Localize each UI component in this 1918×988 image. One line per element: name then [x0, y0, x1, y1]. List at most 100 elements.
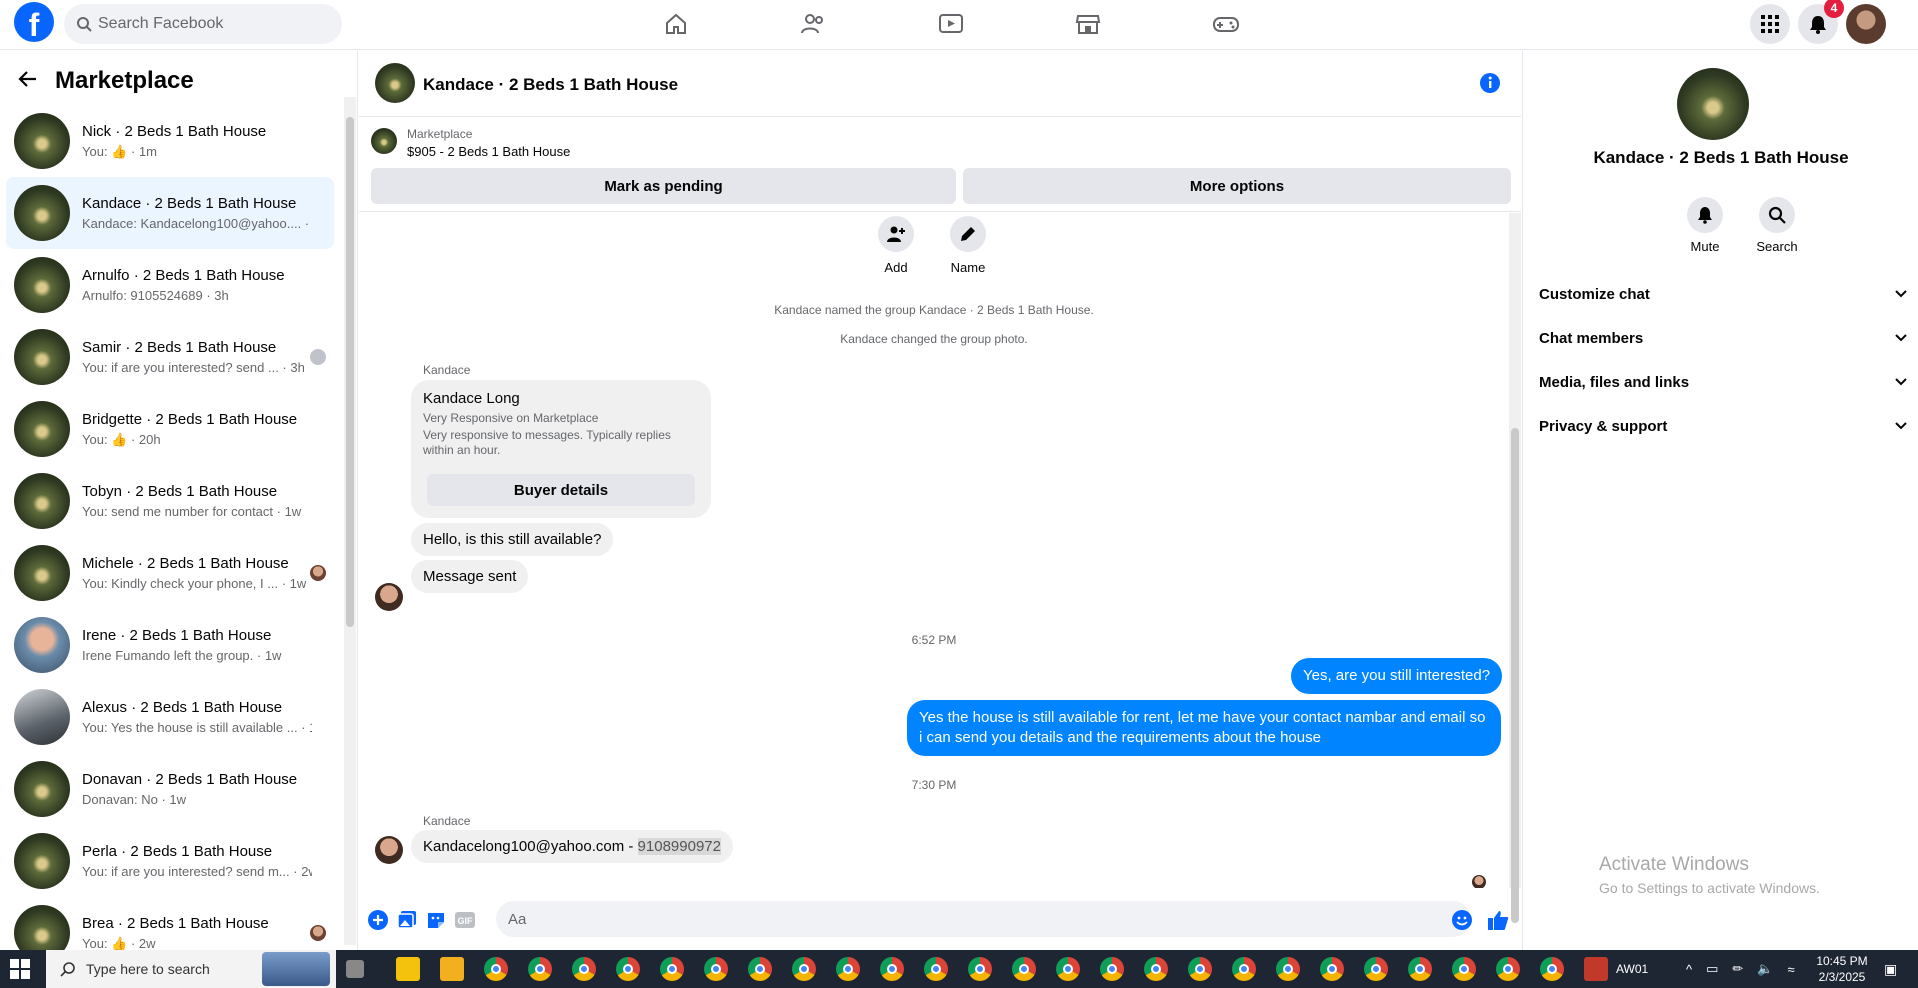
- conversation-preview: You: Kindly check your phone, I ... · 1w: [82, 576, 307, 591]
- chrome-icon[interactable]: [572, 957, 596, 981]
- file-explorer-icon[interactable]: [440, 957, 464, 981]
- chrome-icon[interactable]: [616, 957, 640, 981]
- facebook-search-box[interactable]: [64, 4, 342, 44]
- sender-avatar[interactable]: [375, 583, 403, 611]
- chrome-icon[interactable]: [1540, 957, 1564, 981]
- conversation-item[interactable]: Perla · 2 Beds 1 Bath House You: if are y…: [6, 825, 334, 897]
- listing-price-title[interactable]: $905 - 2 Beds 1 Bath House: [407, 144, 570, 159]
- menu-grid-icon[interactable]: [1750, 4, 1790, 44]
- section-label: Media, files and links: [1539, 373, 1690, 391]
- video-icon[interactable]: [937, 10, 965, 38]
- chrome-icon[interactable]: [528, 957, 552, 981]
- chat-members-section[interactable]: Chat members: [1539, 318, 1907, 358]
- chat-title[interactable]: Kandace · 2 Beds 1 Bath House: [423, 75, 678, 95]
- plus-icon[interactable]: [367, 909, 389, 931]
- chrome-icon[interactable]: [1364, 957, 1388, 981]
- gaming-icon[interactable]: [1212, 10, 1240, 38]
- chrome-icon[interactable]: [1496, 957, 1520, 981]
- chrome-icon[interactable]: [792, 957, 816, 981]
- marketplace-icon[interactable]: [1074, 10, 1102, 38]
- photo-icon[interactable]: [396, 909, 418, 931]
- chat-avatar[interactable]: [375, 63, 415, 103]
- search-in-chat-action[interactable]: Search: [1747, 197, 1807, 254]
- chrome-icon[interactable]: [1012, 957, 1036, 981]
- section-label: Customize chat: [1539, 285, 1650, 303]
- emoji-icon[interactable]: [1451, 909, 1473, 931]
- network-icon[interactable]: ▭: [1706, 961, 1718, 977]
- friends-icon[interactable]: [799, 10, 827, 38]
- windows-start-icon[interactable]: [10, 959, 30, 984]
- conversation-item[interactable]: Bridgette · 2 Beds 1 Bath House You: 👍 · …: [6, 393, 334, 465]
- chrome-icon[interactable]: [1232, 957, 1256, 981]
- wifi-icon[interactable]: ≈: [1788, 962, 1795, 977]
- chrome-icon[interactable]: [968, 957, 992, 981]
- customize-chat-section[interactable]: Customize chat: [1539, 274, 1907, 314]
- chevron-up-icon[interactable]: ^: [1686, 962, 1692, 977]
- chrome-icon[interactable]: [1100, 957, 1124, 981]
- conversation-preview: Irene Fumando left the group. · 1w: [82, 648, 282, 663]
- sidebar-scrollbar-thumb[interactable]: [346, 117, 354, 627]
- phone-number-text[interactable]: 9108990972: [637, 838, 721, 855]
- chrome-icon[interactable]: [484, 957, 508, 981]
- media-files-links-section[interactable]: Media, files and links: [1539, 362, 1907, 402]
- conversation-item[interactable]: Michele · 2 Beds 1 Bath House You: Kindly…: [6, 537, 334, 609]
- mark-as-pending-button[interactable]: Mark as pending: [371, 168, 956, 204]
- timestamp-separator: 7:30 PM: [911, 778, 957, 792]
- marketplace-listing-bar: Marketplace $905 - 2 Beds 1 Bath House M…: [359, 118, 1521, 212]
- sticky-notes-icon[interactable]: [396, 957, 420, 981]
- chrome-icon[interactable]: [1144, 957, 1168, 981]
- privacy-support-section[interactable]: Privacy & support: [1539, 406, 1907, 446]
- listing-avatar: [14, 401, 70, 457]
- conversation-item[interactable]: Alexus · 2 Beds 1 Bath House You: Yes the…: [6, 681, 334, 753]
- buyer-details-button[interactable]: Buyer details: [427, 474, 695, 506]
- stock-app-icon[interactable]: [1584, 957, 1608, 981]
- account-avatar[interactable]: [1846, 4, 1886, 44]
- chrome-icon[interactable]: [748, 957, 772, 981]
- back-arrow-icon[interactable]: [18, 69, 38, 94]
- conversation-item[interactable]: Arnulfo · 2 Beds 1 Bath House Arnulfo: 91…: [6, 249, 334, 321]
- conversation-item[interactable]: Donavan · 2 Beds 1 Bath House Donavan: No…: [6, 753, 334, 825]
- conversation-item[interactable]: Kandace · 2 Beds 1 Bath House Kandace: Ka…: [6, 177, 334, 249]
- chrome-icon[interactable]: [1276, 957, 1300, 981]
- chrome-icon[interactable]: [1452, 957, 1476, 981]
- home-icon[interactable]: [662, 10, 690, 38]
- bell-icon: [1687, 197, 1723, 233]
- info-icon[interactable]: [1479, 72, 1501, 99]
- pen-icon[interactable]: ✏: [1732, 961, 1743, 977]
- message-input-box[interactable]: [496, 901, 1471, 937]
- add-member-action[interactable]: Add: [866, 216, 926, 275]
- volume-icon[interactable]: 🔈: [1757, 961, 1773, 977]
- chat-scrollbar-thumb[interactable]: [1511, 428, 1519, 923]
- message-input[interactable]: [508, 901, 1408, 937]
- like-thumb-icon[interactable]: [1487, 909, 1509, 931]
- task-view-icon[interactable]: [346, 960, 364, 978]
- search-icon: [1759, 197, 1795, 233]
- tray-label[interactable]: AW01: [1616, 950, 1648, 988]
- action-center-icon[interactable]: ▣: [1884, 950, 1897, 988]
- chrome-icon[interactable]: [1056, 957, 1080, 981]
- mute-action[interactable]: Mute: [1675, 197, 1735, 254]
- conversation-title: Samir · 2 Beds 1 Bath House: [82, 339, 277, 356]
- chrome-icon[interactable]: [1188, 957, 1212, 981]
- chrome-icon[interactable]: [836, 957, 860, 981]
- search-input[interactable]: [98, 4, 328, 44]
- group-avatar[interactable]: [1677, 68, 1749, 140]
- taskbar-clock[interactable]: 10:45 PM 2/3/2025: [1810, 953, 1874, 985]
- chrome-icon[interactable]: [924, 957, 948, 981]
- sticker-icon[interactable]: [425, 909, 447, 931]
- chrome-icon[interactable]: [704, 957, 728, 981]
- more-options-button[interactable]: More options: [963, 168, 1511, 204]
- chrome-icon[interactable]: [880, 957, 904, 981]
- chrome-icon[interactable]: [660, 957, 684, 981]
- name-group-action[interactable]: Name: [938, 216, 998, 275]
- seen-avatar-icon: [310, 565, 326, 581]
- facebook-logo[interactable]: f: [14, 2, 54, 42]
- gif-icon[interactable]: GIF: [454, 909, 476, 931]
- conversation-item[interactable]: Samir · 2 Beds 1 Bath House You: if are y…: [6, 321, 334, 393]
- conversation-item[interactable]: Nick · 2 Beds 1 Bath House You: 👍 · 1m: [6, 105, 334, 177]
- conversation-item[interactable]: Tobyn · 2 Beds 1 Bath House You: send me …: [6, 465, 334, 537]
- sender-avatar[interactable]: [375, 836, 403, 864]
- chrome-icon[interactable]: [1408, 957, 1432, 981]
- chrome-icon[interactable]: [1320, 957, 1344, 981]
- conversation-item[interactable]: Irene · 2 Beds 1 Bath House Irene Fumando…: [6, 609, 334, 681]
